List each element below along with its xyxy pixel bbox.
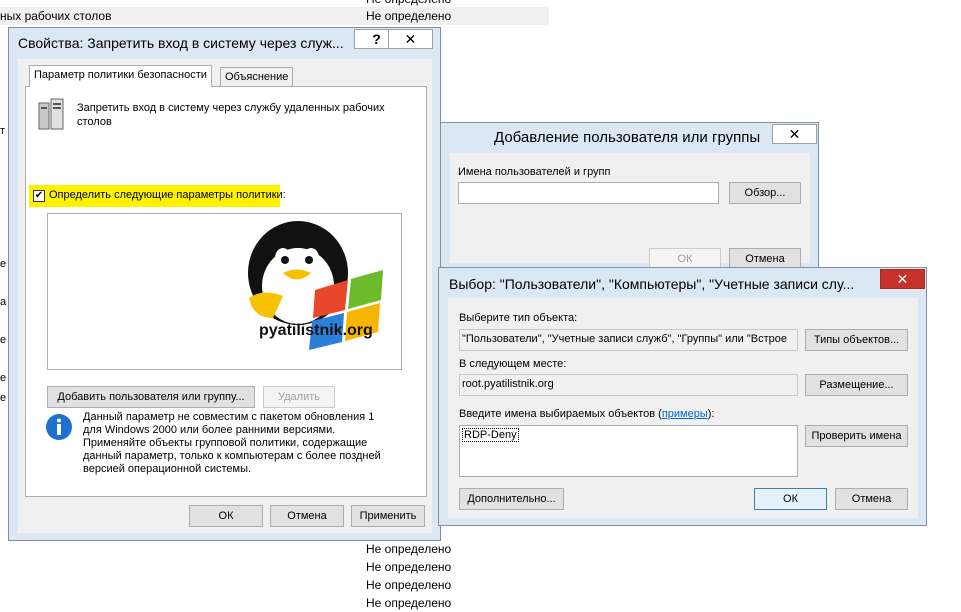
select-objects-window: Выбор: "Пользователи", "Компьютеры", "Уч…	[438, 267, 927, 526]
add-user-group-window: Добавление пользователя или группы ✕ Име…	[440, 122, 819, 272]
window-body: Параметр политики безопасности Объяснени…	[18, 59, 432, 533]
close-button[interactable]: ✕	[880, 269, 925, 289]
ok-button[interactable]: ОК	[189, 505, 263, 527]
compatibility-info: Данный параметр не совместим с пакетом о…	[83, 411, 381, 475]
window-title: Свойства: Запретить вход в систему через…	[18, 35, 344, 51]
location-field: root.pyatilistnik.org	[459, 374, 798, 396]
enter-names-text-end: ):	[707, 408, 715, 420]
title-bar[interactable]: Свойства: Запретить вход в систему через…	[9, 28, 440, 58]
names-label: Имена пользователей и групп	[458, 166, 611, 178]
penguin-logo	[243, 218, 388, 366]
list-edge-fragment: а	[0, 296, 7, 308]
enter-names-text: Введите имена выбираемых объектов (	[459, 408, 662, 420]
define-checkbox-row[interactable]: ✔ Определить следующие параметры политик…	[29, 185, 286, 207]
define-checkbox-label: Определить следующие параметры политики:	[49, 189, 286, 201]
ok-button[interactable]: ОК	[754, 488, 827, 510]
close-button[interactable]: ✕	[388, 29, 433, 49]
browse-button[interactable]: Обзор...	[729, 182, 801, 204]
object-type-field: "Пользователи", "Учетные записи служб", …	[459, 329, 798, 351]
list-row-name[interactable]: ных рабочих столов	[0, 7, 111, 25]
policy-name: Запретить вход в систему через службу уд…	[77, 102, 385, 128]
tab-explain[interactable]: Объяснение	[220, 67, 294, 87]
list-row-value: Не определено	[366, 542, 452, 556]
logo-text: pyatilistnik.org	[259, 322, 373, 339]
title-bar[interactable]: Выбор: "Пользователи", "Компьютеры", "Уч…	[439, 268, 926, 298]
cancel-button[interactable]: Отмена	[835, 488, 908, 510]
info-icon	[45, 413, 73, 444]
object-types-button[interactable]: Типы объектов...	[805, 329, 908, 351]
window-title: Добавление пользователя или группы	[494, 129, 761, 146]
list-row-value: Не определено	[366, 560, 452, 574]
window-body: Имена пользователей и групп Обзор... ОК …	[450, 153, 810, 270]
enter-names-label: Введите имена выбираемых объектов (приме…	[459, 408, 714, 420]
users-listbox[interactable]: pyatilistnik.org	[47, 213, 402, 370]
remove-button[interactable]: Удалить	[263, 386, 335, 408]
list-row-value: Не определено	[366, 596, 452, 610]
tab-security-setting[interactable]: Параметр политики безопасности	[29, 65, 212, 87]
list-row-value: Не определено	[366, 9, 452, 23]
list-edge-fragment: е	[0, 372, 7, 384]
names-input[interactable]	[458, 182, 719, 204]
apply-button[interactable]: Применить	[351, 505, 425, 527]
tab-panel: Запретить вход в систему через службу уд…	[25, 86, 427, 497]
list-edge-fragment: е	[0, 258, 7, 270]
check-names-button[interactable]: Проверить имена	[805, 425, 908, 447]
window-title: Выбор: "Пользователи", "Компьютеры", "Уч…	[449, 276, 855, 292]
entered-name: RDP-Deny	[462, 428, 519, 442]
window-body: Выберите тип объекта: "Пользователи", "У…	[448, 298, 918, 518]
examples-link[interactable]: примеры	[662, 408, 708, 420]
policy-icon	[37, 97, 71, 134]
list-edge-fragment: е	[0, 392, 7, 404]
list-row-value: Не определено	[366, 578, 452, 592]
object-type-label: Выберите тип объекта:	[459, 312, 578, 324]
add-user-button[interactable]: Добавить пользователя или группу...	[47, 386, 255, 408]
list-edge-fragment: т	[0, 125, 6, 137]
advanced-button[interactable]: Дополнительно...	[459, 488, 564, 510]
location-label: В следующем месте:	[459, 358, 567, 370]
list-edge-fragment: е	[0, 334, 7, 346]
object-names-input[interactable]: RDP-Deny	[459, 425, 798, 477]
define-checkbox[interactable]: ✔	[33, 190, 45, 202]
policy-properties-window: Свойства: Запретить вход в систему через…	[8, 27, 441, 541]
locations-button[interactable]: Размещение...	[805, 374, 908, 396]
cancel-button[interactable]: Отмена	[270, 505, 344, 527]
close-button[interactable]: ✕	[772, 124, 817, 144]
title-bar[interactable]: Добавление пользователя или группы ✕	[441, 123, 818, 153]
